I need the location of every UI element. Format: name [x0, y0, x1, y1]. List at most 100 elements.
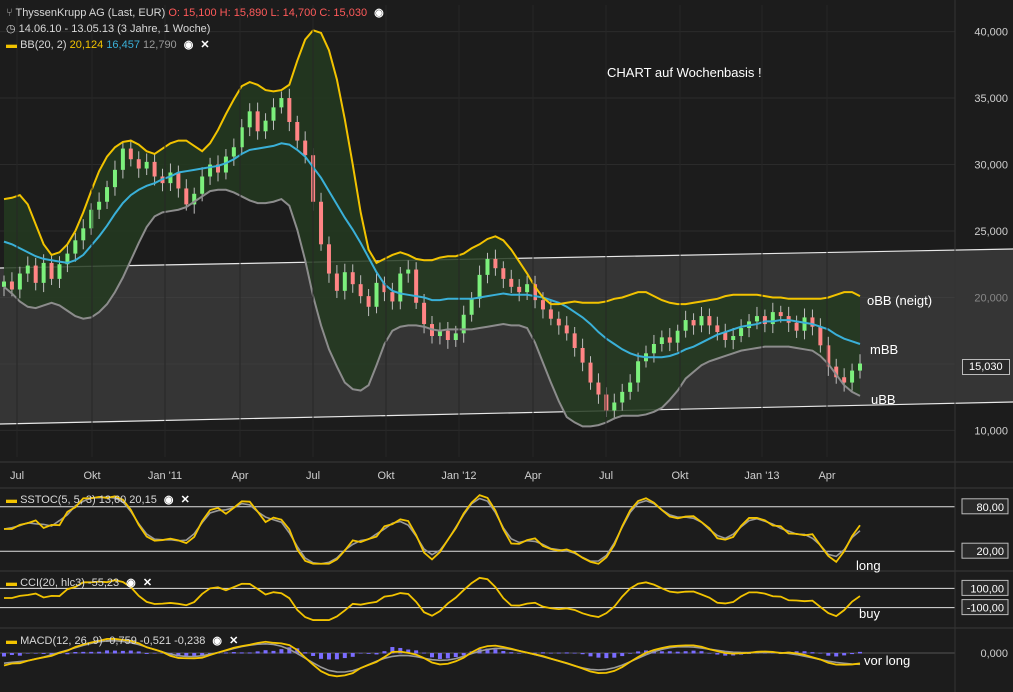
cci-settings-icon[interactable]: ◉ — [126, 576, 136, 589]
candle-body-29 — [231, 147, 236, 157]
candle-body-9 — [73, 240, 78, 254]
cci-marker-icon: ▬ — [6, 577, 21, 589]
x-tick-8: Jul — [599, 470, 613, 482]
macd-hist-bar-10 — [81, 651, 86, 654]
macd-hist-bar-2 — [17, 653, 22, 656]
sstoc-annotation: long — [856, 558, 881, 573]
date-range: 14.06.10 - 13.05.13 (3 Jahre, 1 Woche) — [18, 23, 211, 35]
macd-hist-bar-35 — [279, 649, 284, 654]
candle-body-72 — [572, 333, 577, 348]
candle-body-37 — [295, 121, 300, 141]
macd-hist-bar-76 — [604, 653, 609, 659]
macd-hist-bar-15 — [120, 650, 125, 654]
macd-hist-bar-40 — [319, 653, 324, 659]
candle-body-23 — [184, 188, 189, 205]
macd-hist-bar-77 — [612, 653, 617, 658]
macd-legend: ▬ MACD(12, 26, 9) -0,759 -0,521 -0,238 ◉… — [6, 634, 238, 647]
macd-hist-bar-87 — [691, 650, 696, 654]
macd-hist-bar-17 — [136, 651, 141, 654]
macd-hist-bar-78 — [620, 653, 625, 657]
candle-body-70 — [556, 318, 561, 326]
candle-body-25 — [200, 176, 205, 194]
candle-body-84 — [667, 337, 672, 343]
macd-hist-bar-28 — [223, 652, 228, 654]
macd-hist-bar-105 — [834, 653, 839, 657]
macd-hist-bar-52 — [414, 650, 419, 654]
bb-marker-icon: ▬ — [6, 39, 21, 51]
x-tick-1: Okt — [83, 470, 100, 482]
x-tick-11: Apr — [818, 470, 835, 482]
candle-body-38 — [303, 140, 308, 156]
macd-hist-bar-79 — [628, 653, 633, 654]
candle-body-34 — [271, 107, 276, 121]
candle-body-61 — [485, 258, 490, 275]
macd-hist-bar-1 — [9, 653, 14, 655]
candle-body-14 — [112, 169, 117, 188]
macd-hist-bar-12 — [97, 651, 102, 654]
macd-close-icon[interactable]: ✕ — [229, 634, 238, 647]
macd-hist-bar-84 — [667, 651, 672, 654]
macd-hist-bar-53 — [422, 652, 427, 654]
y-tick-5: 35,000 — [974, 93, 1008, 105]
candle-body-11 — [89, 209, 94, 229]
candle-body-7 — [57, 264, 62, 279]
macd-hist-bar-101 — [802, 651, 807, 654]
candle-body-78 — [620, 391, 625, 403]
macd-hist-bar-106 — [842, 653, 847, 656]
candle-body-80 — [636, 361, 641, 383]
macd-settings-icon[interactable]: ◉ — [212, 634, 222, 647]
candle-body-90 — [715, 325, 720, 333]
macd-hist-bar-5 — [41, 653, 46, 654]
macd-hist-bar-33 — [263, 650, 268, 654]
candle-body-59 — [469, 298, 474, 315]
bb-settings-icon[interactable]: ◉ — [184, 38, 194, 51]
candle-body-66 — [525, 284, 530, 293]
candle-body-41 — [326, 244, 331, 274]
macd-hist-bar-8 — [65, 653, 70, 655]
candle-body-44 — [350, 272, 355, 285]
settings-circle-icon[interactable]: ◉ — [374, 6, 384, 19]
macd-hist-bar-64 — [509, 652, 514, 654]
candle-body-65 — [517, 286, 522, 293]
candle-body-93 — [739, 328, 744, 337]
candle-body-16 — [128, 148, 133, 160]
sstoc-close-icon[interactable]: ✕ — [181, 493, 190, 506]
candle-body-88 — [699, 316, 704, 326]
macd-hist-bar-55 — [437, 653, 442, 659]
macd-hist-bar-42 — [334, 653, 339, 660]
macd-hist-bar-65 — [517, 653, 522, 654]
macd-hist-bar-48 — [382, 651, 387, 654]
candle-body-103 — [818, 326, 823, 346]
candle-body-3 — [25, 265, 30, 274]
macd-hist-bar-16 — [128, 650, 133, 654]
macd-hist-bar-68 — [540, 652, 545, 654]
candle-body-73 — [580, 347, 585, 363]
ohlc-values: O: 15,100 H: 15,890 L: 14,700 C: 15,030 — [168, 7, 368, 19]
cci-label: CCI(20, hlc3) -55,23 — [20, 577, 120, 589]
bb-close-icon[interactable]: ✕ — [200, 38, 209, 51]
macd-hist-bar-80 — [636, 651, 641, 654]
sstoc-level-label-1: 20,00 — [976, 546, 1004, 558]
clock-icon: ◷ — [6, 23, 19, 35]
y-tick-4: 30,000 — [974, 160, 1008, 172]
candle-body-89 — [707, 316, 712, 326]
candle-body-36 — [287, 98, 292, 122]
candle-body-77 — [612, 402, 617, 411]
cci-close-icon[interactable]: ✕ — [143, 576, 152, 589]
y-tick-6: 40,000 — [974, 27, 1008, 39]
sstoc-settings-icon[interactable]: ◉ — [164, 493, 174, 506]
candle-body-22 — [176, 172, 181, 189]
candle-body-19 — [152, 161, 157, 177]
candle-body-107 — [850, 370, 855, 383]
candle-body-58 — [461, 314, 466, 334]
macd-hist-bar-107 — [850, 653, 855, 655]
instrument-legend: ⑂ ThyssenKrupp AG (Last, EUR) O: 15,100 … — [6, 6, 384, 19]
x-tick-0: Jul — [10, 470, 24, 482]
candle-body-52 — [414, 269, 419, 303]
candle-body-71 — [564, 325, 569, 334]
macd-hist-bar-62 — [493, 649, 498, 654]
macd-hist-bar-73 — [580, 653, 585, 655]
macd-hist-bar-34 — [271, 650, 276, 654]
candle-body-6 — [49, 262, 54, 279]
macd-hist-bar-39 — [311, 653, 316, 656]
